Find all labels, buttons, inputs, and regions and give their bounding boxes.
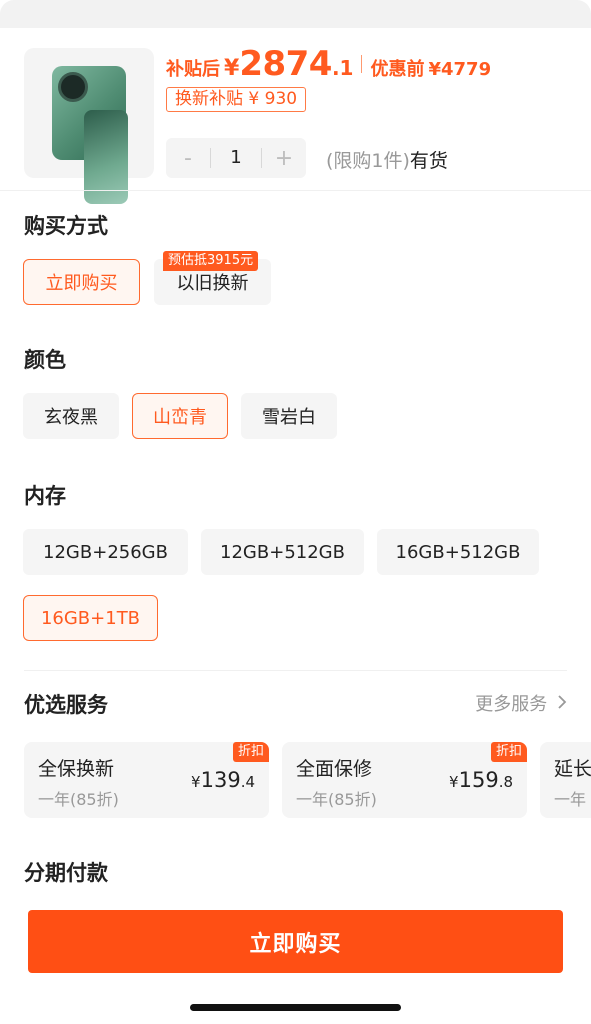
price-after-label: 补贴后 [166, 59, 220, 80]
service-name: 全面保修 [296, 758, 373, 780]
price-before-label: 优惠前 [370, 59, 425, 80]
services-title: 优选服务 [24, 693, 108, 717]
increase-button[interactable]: + [262, 146, 306, 171]
service-name: 延长 [554, 758, 591, 780]
color-option-white[interactable]: 雪岩白 [241, 393, 337, 439]
installment-title: 分期付款 [24, 861, 108, 885]
camera-icon [58, 72, 88, 102]
price-row: 补贴后 ¥ 2874 .1 优惠前 ¥4779 [166, 44, 491, 84]
buy-now-button[interactable]: 立即购买 [28, 910, 563, 973]
service-card-full-protection[interactable]: 全保换新 一年(85折) ¥139.4 折扣 [24, 742, 269, 818]
memory-option-16-1tb[interactable]: 16GB+1TB [23, 595, 158, 641]
option-buy-now[interactable]: 立即购买 [23, 259, 140, 305]
service-card-extended[interactable]: 延长 一年 [540, 742, 591, 818]
purchase-limit: (限购1件)有货 [326, 146, 448, 173]
currency-symbol: ¥ [224, 56, 240, 81]
limit-text: (限购1件) [326, 150, 410, 172]
memory-title: 内存 [24, 484, 66, 508]
color-option-green[interactable]: 山峦青 [132, 393, 228, 439]
service-name: 全保换新 [38, 758, 115, 780]
more-services-label: 更多服务 [475, 694, 548, 715]
quantity-value[interactable]: 1 [210, 148, 262, 168]
service-term: 一年(85折) [296, 790, 377, 809]
price-after-integer: 2874 [239, 44, 332, 84]
memory-option-12-256[interactable]: 12GB+256GB [23, 529, 188, 575]
product-thumbnail[interactable] [24, 48, 154, 204]
home-indicator[interactable] [190, 1004, 401, 1011]
color-title: 颜色 [24, 348, 66, 372]
discount-badge: 折扣 [232, 742, 269, 762]
memory-option-12-512[interactable]: 12GB+512GB [201, 529, 364, 575]
memory-option-16-512[interactable]: 16GB+512GB [377, 529, 539, 575]
stock-status: 有货 [409, 150, 448, 172]
service-term: 一年 [554, 790, 587, 809]
services-divider [24, 670, 567, 671]
service-card-warranty[interactable]: 全面保修 一年(85折) ¥159.8 折扣 [282, 742, 527, 818]
chevron-right-icon [557, 694, 567, 715]
service-price: ¥139.4 [191, 768, 255, 792]
quantity-stepper: - 1 + [166, 138, 306, 178]
price-after-decimal: .1 [331, 56, 354, 80]
purchase-method-title: 购买方式 [24, 214, 108, 238]
decrease-button[interactable]: - [166, 146, 210, 171]
discount-badge: 折扣 [490, 742, 527, 762]
subsidy-tag: 换新补贴 ¥ 930 [166, 87, 307, 112]
price-before-value: ¥4779 [428, 59, 492, 80]
trade-in-estimate-badge: 预估抵3915元 [163, 251, 259, 271]
header-divider [0, 190, 591, 191]
service-price: ¥159.8 [449, 768, 513, 792]
color-option-black[interactable]: 玄夜黑 [23, 393, 119, 439]
price-separator [361, 55, 363, 73]
service-term: 一年(85折) [38, 790, 119, 809]
sheet-top-strip [0, 0, 591, 28]
more-services-link[interactable]: 更多服务 [475, 690, 567, 716]
